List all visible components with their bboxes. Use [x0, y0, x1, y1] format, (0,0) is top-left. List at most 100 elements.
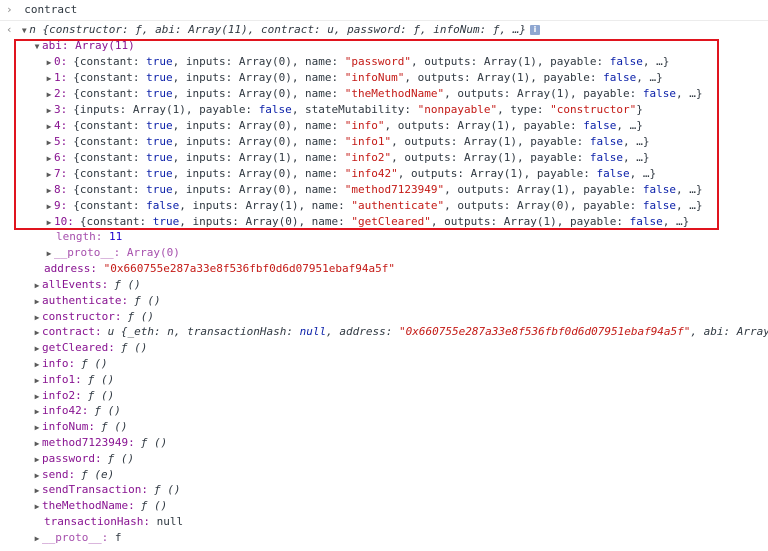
expand-triangle-icon[interactable]: ▶ — [32, 404, 42, 420]
expand-triangle-icon[interactable]: ▶ — [44, 215, 54, 231]
expand-triangle-icon[interactable]: ▶ — [32, 468, 42, 484]
member-row[interactable]: ▶ info1: ƒ () — [32, 372, 115, 389]
expand-triangle-icon[interactable]: ▶ — [44, 183, 54, 199]
member-row[interactable]: ▶ authenticate: ƒ () — [32, 293, 161, 309]
abi-entry-body[interactable]: {constant: false, inputs: Array(1), name… — [73, 199, 702, 212]
expand-triangle-icon[interactable]: ▶ — [32, 341, 42, 357]
abi-entry-row[interactable]: ▶ 6: {constant: true, inputs: Array(1), na… — [44, 150, 650, 167]
abi-entry-body[interactable]: {constant: true, inputs: Array(0), name:… — [73, 183, 702, 196]
expand-triangle-icon[interactable]: ▶ — [44, 246, 54, 262]
member-row[interactable]: ▶ method7123949: ƒ () — [32, 435, 168, 452]
expand-triangle-icon[interactable]: ▶ — [32, 420, 42, 436]
abi-proto[interactable]: __proto__: Array(0) — [54, 246, 180, 259]
abi-entry-index[interactable]: 9: — [54, 199, 67, 212]
abi-entry-row[interactable]: ▶ 2: {constant: true, inputs: Array(0), na… — [44, 86, 703, 103]
member-key[interactable]: info1: — [42, 373, 82, 386]
expand-triangle-icon[interactable]: ▶ — [44, 119, 54, 135]
expand-triangle-icon[interactable]: ▶ — [32, 310, 42, 326]
member-key[interactable]: password: — [42, 452, 102, 465]
proto-row[interactable]: ▶ __proto__: f — [32, 530, 122, 547]
member-key[interactable]: getCleared: — [42, 341, 115, 354]
abi-entry-index[interactable]: 7: — [54, 167, 67, 180]
abi-entry-row[interactable]: ▶ 5: {constant: true, inputs: Array(0), na… — [44, 134, 650, 151]
abi-entry-index[interactable]: 1: — [54, 71, 67, 84]
abi-entry-row[interactable]: ▶ 10: {constant: true, inputs: Array(0), n… — [44, 214, 690, 231]
member-row[interactable]: ▶ allEvents: ƒ () — [32, 277, 141, 293]
abi-entry-index[interactable]: 3: — [54, 103, 67, 116]
expand-triangle-icon[interactable]: ▶ — [44, 199, 54, 215]
abi-entry-row[interactable]: ▶ 7: {constant: true, inputs: Array(0), na… — [44, 166, 657, 183]
expand-triangle-icon[interactable]: ▶ — [32, 357, 42, 373]
info-icon[interactable]: i — [529, 25, 540, 35]
member-key[interactable]: allEvents: — [42, 278, 108, 291]
member-row[interactable]: ▶ contract: u {_eth: n, transactionHash: n… — [32, 324, 768, 340]
expand-triangle-icon[interactable]: ▶ — [44, 87, 54, 103]
abi-entry-body[interactable]: {constant: true, inputs: Array(0), name:… — [80, 215, 689, 228]
member-key[interactable]: authenticate: — [42, 294, 128, 307]
abi-entry-body[interactable]: {constant: true, inputs: Array(1), name:… — [73, 151, 649, 164]
expand-triangle-icon[interactable]: ▶ — [32, 452, 42, 468]
expand-triangle-icon[interactable]: ▶ — [32, 294, 42, 310]
member-row[interactable]: ▶ getCleared: ƒ () — [32, 340, 148, 357]
abi-header[interactable]: abi: Array(11) — [42, 39, 135, 52]
member-key[interactable]: theMethodName: — [42, 499, 135, 512]
member-key[interactable]: info42: — [42, 404, 88, 417]
abi-entry-row[interactable]: ▶ 3: {inputs: Array(1), payable: false, st… — [44, 102, 643, 118]
abi-entry-body[interactable]: {constant: true, inputs: Array(0), name:… — [73, 135, 649, 148]
member-key[interactable]: constructor: — [42, 310, 121, 323]
abi-entry-index[interactable]: 6: — [54, 151, 67, 164]
abi-proto-row[interactable]: ▶ __proto__: Array(0) — [44, 245, 180, 261]
expand-triangle-icon[interactable]: ▶ — [44, 151, 54, 167]
expand-triangle-icon[interactable]: ▶ — [32, 373, 42, 389]
abi-header-row[interactable]: ▼ abi: Array(11) — [32, 38, 135, 54]
abi-entry-row[interactable]: ▶ 4: {constant: true, inputs: Array(0), na… — [44, 118, 643, 134]
object-preview-row[interactable]: ‹ ▼ n {constructor: ƒ, abi: Array(11), co… — [6, 22, 540, 38]
object-preview[interactable]: n {constructor: ƒ, abi: Array(11), contr… — [29, 23, 526, 36]
abi-entry-body[interactable]: {constant: true, inputs: Array(0), name:… — [73, 167, 656, 180]
member-row[interactable]: ▶ info: ƒ () — [32, 356, 108, 372]
member-row[interactable]: ▶ theMethodName: ƒ () — [32, 498, 168, 515]
expand-triangle-icon[interactable]: ▶ — [32, 325, 42, 341]
expand-triangle-icon[interactable]: ▶ — [44, 167, 54, 183]
member-row[interactable]: ▶ infoNum: ƒ () — [32, 419, 128, 436]
collapse-triangle-icon[interactable]: ▼ — [32, 39, 42, 55]
expand-triangle-icon[interactable]: ▶ — [32, 483, 42, 499]
member-row[interactable]: ▶ constructor: ƒ () — [32, 309, 154, 325]
expand-triangle-icon[interactable]: ▶ — [32, 389, 42, 405]
abi-entry-row[interactable]: ▶ 1: {constant: true, inputs: Array(0), na… — [44, 70, 663, 86]
abi-entry-row[interactable]: ▶ 9: {constant: false, inputs: Array(1), n… — [44, 198, 703, 215]
abi-entry-index[interactable]: 10: — [54, 215, 74, 228]
abi-entry-index[interactable]: 2: — [54, 87, 67, 100]
member-key[interactable]: send: — [42, 468, 75, 481]
expand-triangle-icon[interactable]: ▶ — [44, 71, 54, 87]
abi-entry-index[interactable]: 0: — [54, 55, 67, 68]
member-key[interactable]: method7123949: — [42, 436, 135, 449]
member-row[interactable]: ▶ password: ƒ () — [32, 451, 135, 468]
member-row[interactable]: ▶ send: ƒ (e) — [32, 467, 115, 484]
abi-entry-body[interactable]: {constant: true, inputs: Array(0), name:… — [73, 87, 702, 100]
member-key[interactable]: sendTransaction: — [42, 483, 148, 496]
member-key[interactable]: info: — [42, 357, 75, 370]
member-row[interactable]: ▶ info2: ƒ () — [32, 388, 115, 405]
member-key[interactable]: contract: — [42, 325, 102, 338]
member-key[interactable]: info2: — [42, 389, 82, 402]
abi-entry-body[interactable]: {inputs: Array(1), payable: false, state… — [73, 103, 643, 116]
abi-entry-body[interactable]: {constant: true, inputs: Array(0), name:… — [73, 119, 643, 132]
member-row[interactable]: ▶ sendTransaction: ƒ () — [32, 482, 181, 499]
expand-triangle-icon[interactable]: ▶ — [44, 135, 54, 151]
expand-triangle-icon[interactable]: ▶ — [32, 531, 42, 547]
abi-entry-body[interactable]: {constant: true, inputs: Array(0), name:… — [73, 55, 669, 68]
abi-entry-body[interactable]: {constant: true, inputs: Array(0), name:… — [73, 71, 662, 84]
expand-triangle-icon[interactable]: ▶ — [44, 55, 54, 71]
expand-triangle-icon[interactable]: ▼ — [19, 23, 29, 39]
abi-entry-row[interactable]: ▶ 0: {constant: true, inputs: Array(0), na… — [44, 54, 670, 71]
member-key[interactable]: infoNum: — [42, 420, 95, 433]
proto-key[interactable]: __proto__: — [42, 531, 108, 544]
abi-entry-index[interactable]: 5: — [54, 135, 67, 148]
abi-entry-index[interactable]: 8: — [54, 183, 67, 196]
abi-entry-row[interactable]: ▶ 8: {constant: true, inputs: Array(0), na… — [44, 182, 703, 199]
expand-triangle-icon[interactable]: ▶ — [32, 436, 42, 452]
expand-triangle-icon[interactable]: ▶ — [32, 499, 42, 515]
expand-triangle-icon[interactable]: ▶ — [44, 103, 54, 119]
member-row[interactable]: ▶ info42: ƒ () — [32, 403, 121, 419]
